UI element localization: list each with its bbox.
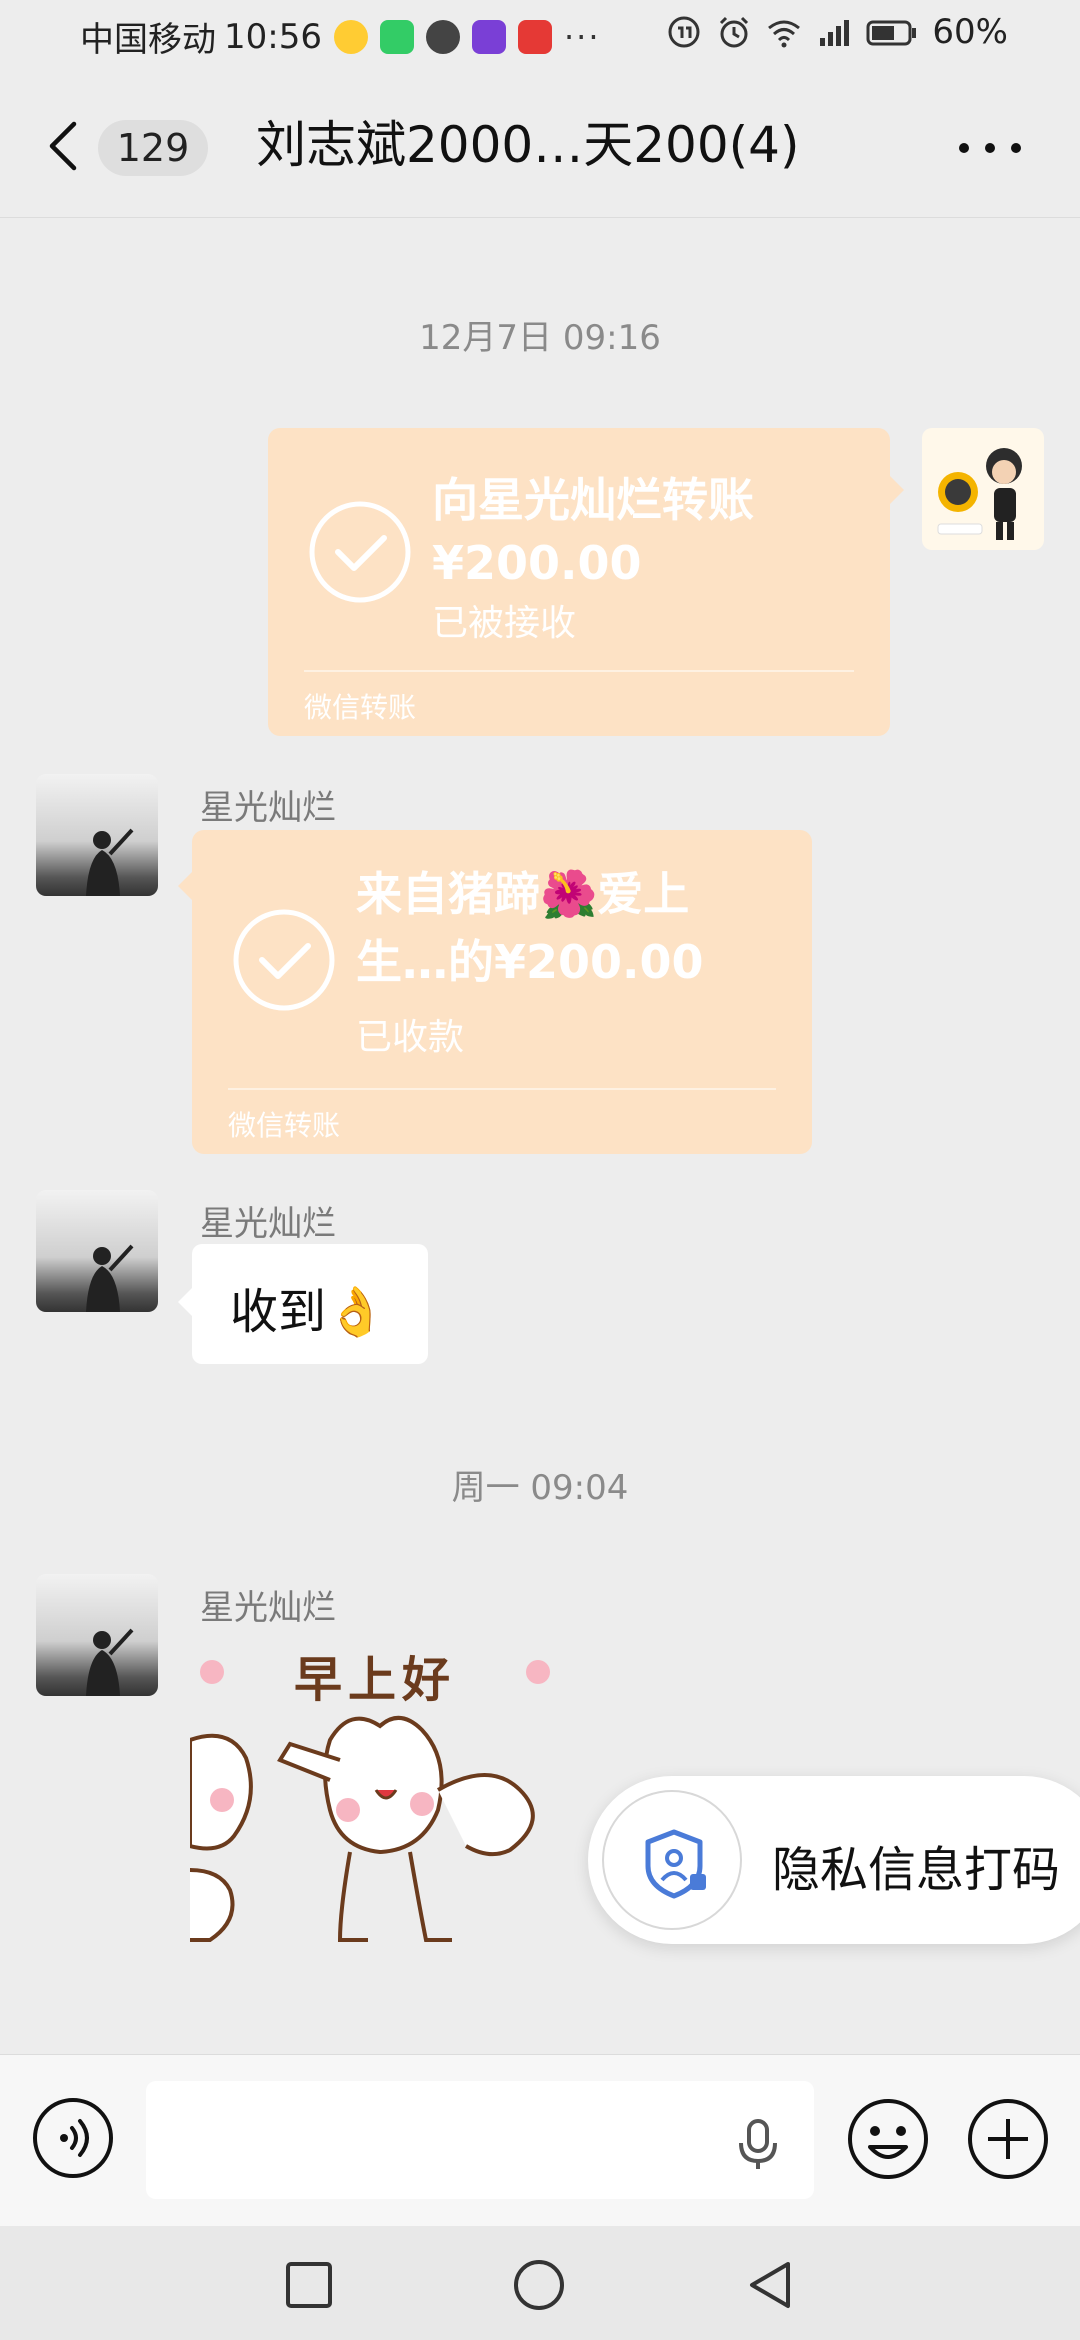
chat-header: 129 刘志斌2000…天200(4)	[0, 72, 1080, 218]
microphone-icon[interactable]	[736, 2119, 780, 2171]
check-circle-icon	[233, 909, 335, 1011]
privacy-mask-label: 隐私信息打码	[772, 1842, 1061, 1898]
transfer-amount: ¥200.00	[432, 536, 642, 590]
back-arrow-icon[interactable]	[44, 118, 84, 174]
back-nav-icon[interactable]	[744, 2258, 798, 2312]
hd-call-icon	[668, 16, 700, 48]
privacy-icon-wrap	[602, 1790, 742, 1930]
silhouette-avatar-icon	[86, 1628, 134, 1696]
check-circle-icon	[309, 501, 411, 603]
message-text: 收到👌	[230, 1284, 386, 1340]
silhouette-avatar-icon	[86, 1244, 134, 1312]
home-icon[interactable]	[512, 2258, 566, 2312]
4g-signal-icon	[820, 20, 850, 46]
sticker-caption: 早上好	[293, 1652, 456, 1708]
plus-button[interactable]	[966, 2097, 1050, 2181]
news-app-icon	[517, 19, 552, 54]
transfer-status: 已收款	[356, 1017, 465, 1058]
transfer-card-sent[interactable]: 向星光灿烂转账 ¥200.00 已被接收 微信转账	[268, 428, 890, 736]
battery-icon	[866, 20, 917, 46]
alarm-icon	[720, 16, 749, 48]
sender-name: 星光灿烂	[200, 788, 336, 828]
transfer-title: 来自猪蹄🌺爱上生…的¥200.00	[356, 867, 704, 989]
sender-name: 星光灿烂	[200, 1588, 336, 1628]
message-input[interactable]	[146, 2081, 814, 2199]
contact-avatar[interactable]	[36, 1190, 158, 1312]
more-options-icon[interactable]	[950, 128, 1030, 168]
transfer-card-received[interactable]: 来自猪蹄🌺爱上生…的¥200.00 已收款 微信转账	[192, 830, 812, 1154]
contact-avatar[interactable]	[36, 1574, 158, 1696]
privacy-mask-popup[interactable]: 隐私信息打码	[588, 1776, 1080, 1944]
timestamp: 周一 09:04	[451, 1468, 629, 1508]
divider	[228, 1088, 776, 1090]
transfer-title: 向星光灿烂转账	[432, 473, 754, 527]
emoji-button[interactable]	[846, 2097, 930, 2181]
weibo-icon	[333, 19, 368, 54]
sticker-message[interactable]: 早上好	[188, 1640, 560, 1980]
more-notifications: ···	[563, 17, 601, 56]
transfer-footer: 微信转账	[228, 1109, 341, 1142]
divider	[304, 670, 854, 672]
timestamp: 12月7日 09:16	[419, 318, 661, 358]
transfer-status: 已被接收	[432, 603, 577, 644]
wifi-icon	[768, 20, 801, 48]
text-message-bubble[interactable]: 收到👌	[178, 1244, 428, 1364]
bubble-tail	[178, 872, 192, 900]
video-app-icon	[379, 19, 414, 54]
carrier-label: 中国移动	[80, 20, 216, 60]
battery-percent: 60%	[932, 12, 1008, 52]
chat-title: 刘志斌2000…天200(4)	[256, 116, 800, 174]
message-input-bar	[0, 2054, 1080, 2226]
silhouette-avatar-icon	[86, 828, 134, 896]
unread-count-badge[interactable]: 129	[98, 120, 208, 176]
transfer-footer: 微信转账	[304, 691, 417, 724]
bubble-tail	[178, 1288, 192, 1316]
recent-apps-icon[interactable]	[282, 2258, 336, 2312]
self-avatar[interactable]	[922, 428, 1044, 550]
status-time: 10:56	[224, 16, 322, 57]
bank-app-icon	[471, 19, 506, 54]
ball-app-icon	[425, 19, 460, 54]
voice-input-button[interactable]	[32, 2097, 114, 2179]
status-bar: 中国移动 10:56 ··· 60%	[0, 0, 1080, 72]
contact-avatar[interactable]	[36, 774, 158, 896]
bubble-tail	[890, 476, 904, 504]
cartoon-avatar-icon	[937, 448, 1022, 540]
shield-user-icon	[645, 1829, 706, 1899]
system-nav-bar	[0, 2226, 1080, 2340]
sender-name: 星光灿烂	[200, 1204, 336, 1244]
